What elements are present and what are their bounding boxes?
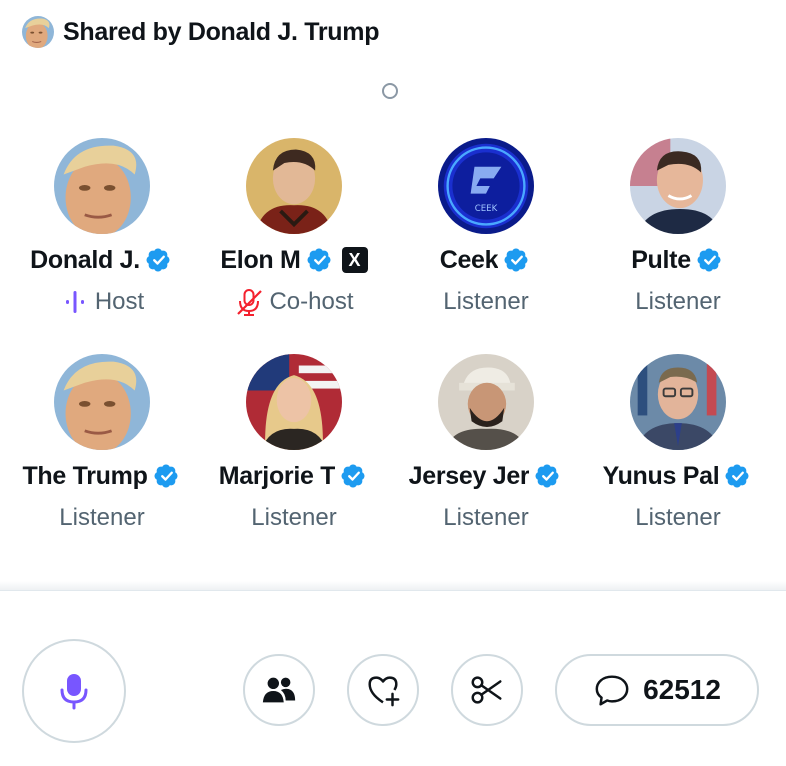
avatar[interactable] [438, 138, 534, 234]
mic-muted-icon [237, 289, 263, 316]
participant-role: Listener [635, 288, 721, 315]
participant-card[interactable]: The Trump Listener [6, 354, 198, 547]
comments-button[interactable]: 62512 [555, 654, 759, 726]
participant-name: The Trump [22, 461, 148, 490]
verified-badge-icon [724, 463, 751, 489]
participant-name: Jersey Jer [408, 461, 530, 490]
participant-card[interactable]: Pulte Listener [582, 138, 774, 331]
role-row: Listener [251, 503, 336, 533]
section-divider [0, 581, 786, 591]
heart-plus-icon [368, 676, 400, 707]
avatar[interactable] [630, 354, 726, 450]
participant-role: Listener [443, 504, 529, 531]
avatar[interactable] [438, 354, 534, 450]
avatar[interactable] [54, 138, 150, 234]
avatar[interactable] [54, 354, 150, 450]
participant-card[interactable]: Ceek Listener [390, 138, 582, 331]
participant-card[interactable]: Elon M X Co-host [198, 138, 390, 331]
participant-name: Pulte [631, 245, 691, 274]
role-row: Co-host [234, 287, 354, 317]
verified-badge-icon [305, 247, 332, 273]
shared-by-header: Shared by Donald J. Trump [22, 16, 379, 48]
microphone-icon [60, 674, 88, 710]
verified-badge-icon [152, 463, 179, 489]
shared-by-label: Shared by Donald J. Trump [63, 17, 380, 46]
participant-card[interactable]: Yunus Pal Listener [582, 354, 774, 547]
name-row: Marjorie T [219, 461, 369, 491]
verified-badge-icon [696, 247, 722, 273]
participant-role: Listener [635, 504, 721, 531]
participants-button[interactable] [243, 654, 315, 726]
participant-name: Elon M [220, 245, 301, 274]
role-row: Listener [635, 503, 720, 533]
role-row: Host [60, 287, 144, 317]
name-row: Donald J. [30, 245, 174, 275]
participant-role: Listener [251, 504, 337, 531]
name-row: The Trump [22, 461, 181, 491]
participants-grid: Donald J. Host Elon M X Co-host Ceek Lis… [6, 138, 774, 547]
name-row: Ceek [440, 245, 533, 275]
participant-card[interactable]: Jersey Jer Listener [390, 354, 582, 547]
people-icon [262, 677, 296, 703]
speech-bubble-icon [595, 675, 629, 706]
page-indicator-dot [382, 83, 398, 99]
participant-role: Host [94, 288, 145, 315]
role-row: Listener [59, 503, 144, 533]
clip-button[interactable] [451, 654, 523, 726]
participant-role: Listener [59, 504, 145, 531]
participant-name: Donald J. [30, 245, 140, 274]
name-row: Pulte [631, 245, 725, 275]
participant-card[interactable]: Marjorie T Listener [198, 354, 390, 547]
role-row: Listener [443, 503, 528, 533]
host-avatar[interactable] [22, 16, 54, 48]
participant-name: Marjorie T [218, 461, 336, 490]
verified-badge-icon [340, 463, 366, 489]
participant-name: Yunus Pal [602, 461, 720, 490]
host-wave-icon [65, 291, 84, 313]
avatar[interactable] [246, 138, 342, 234]
scissors-icon [471, 676, 502, 704]
participant-card[interactable]: Donald J. Host [6, 138, 198, 331]
participant-role: Co-host [269, 288, 354, 315]
verified-badge-icon [145, 247, 171, 273]
avatar[interactable] [246, 354, 342, 450]
x-affiliate-icon: X [341, 247, 368, 273]
participant-role: Listener [443, 288, 529, 315]
name-row: Jersey Jer [409, 461, 564, 491]
role-row: Listener [635, 287, 720, 317]
verified-badge-icon [534, 463, 561, 489]
microphone-button[interactable] [22, 639, 126, 743]
verified-badge-icon [503, 247, 529, 273]
name-row: Yunus Pal [603, 461, 754, 491]
role-row: Listener [443, 287, 528, 317]
name-row: Elon M X [220, 245, 368, 275]
react-button[interactable] [347, 654, 419, 726]
participant-name: Ceek [439, 245, 499, 274]
avatar[interactable] [630, 138, 726, 234]
comments-count: 62512 [643, 674, 721, 705]
